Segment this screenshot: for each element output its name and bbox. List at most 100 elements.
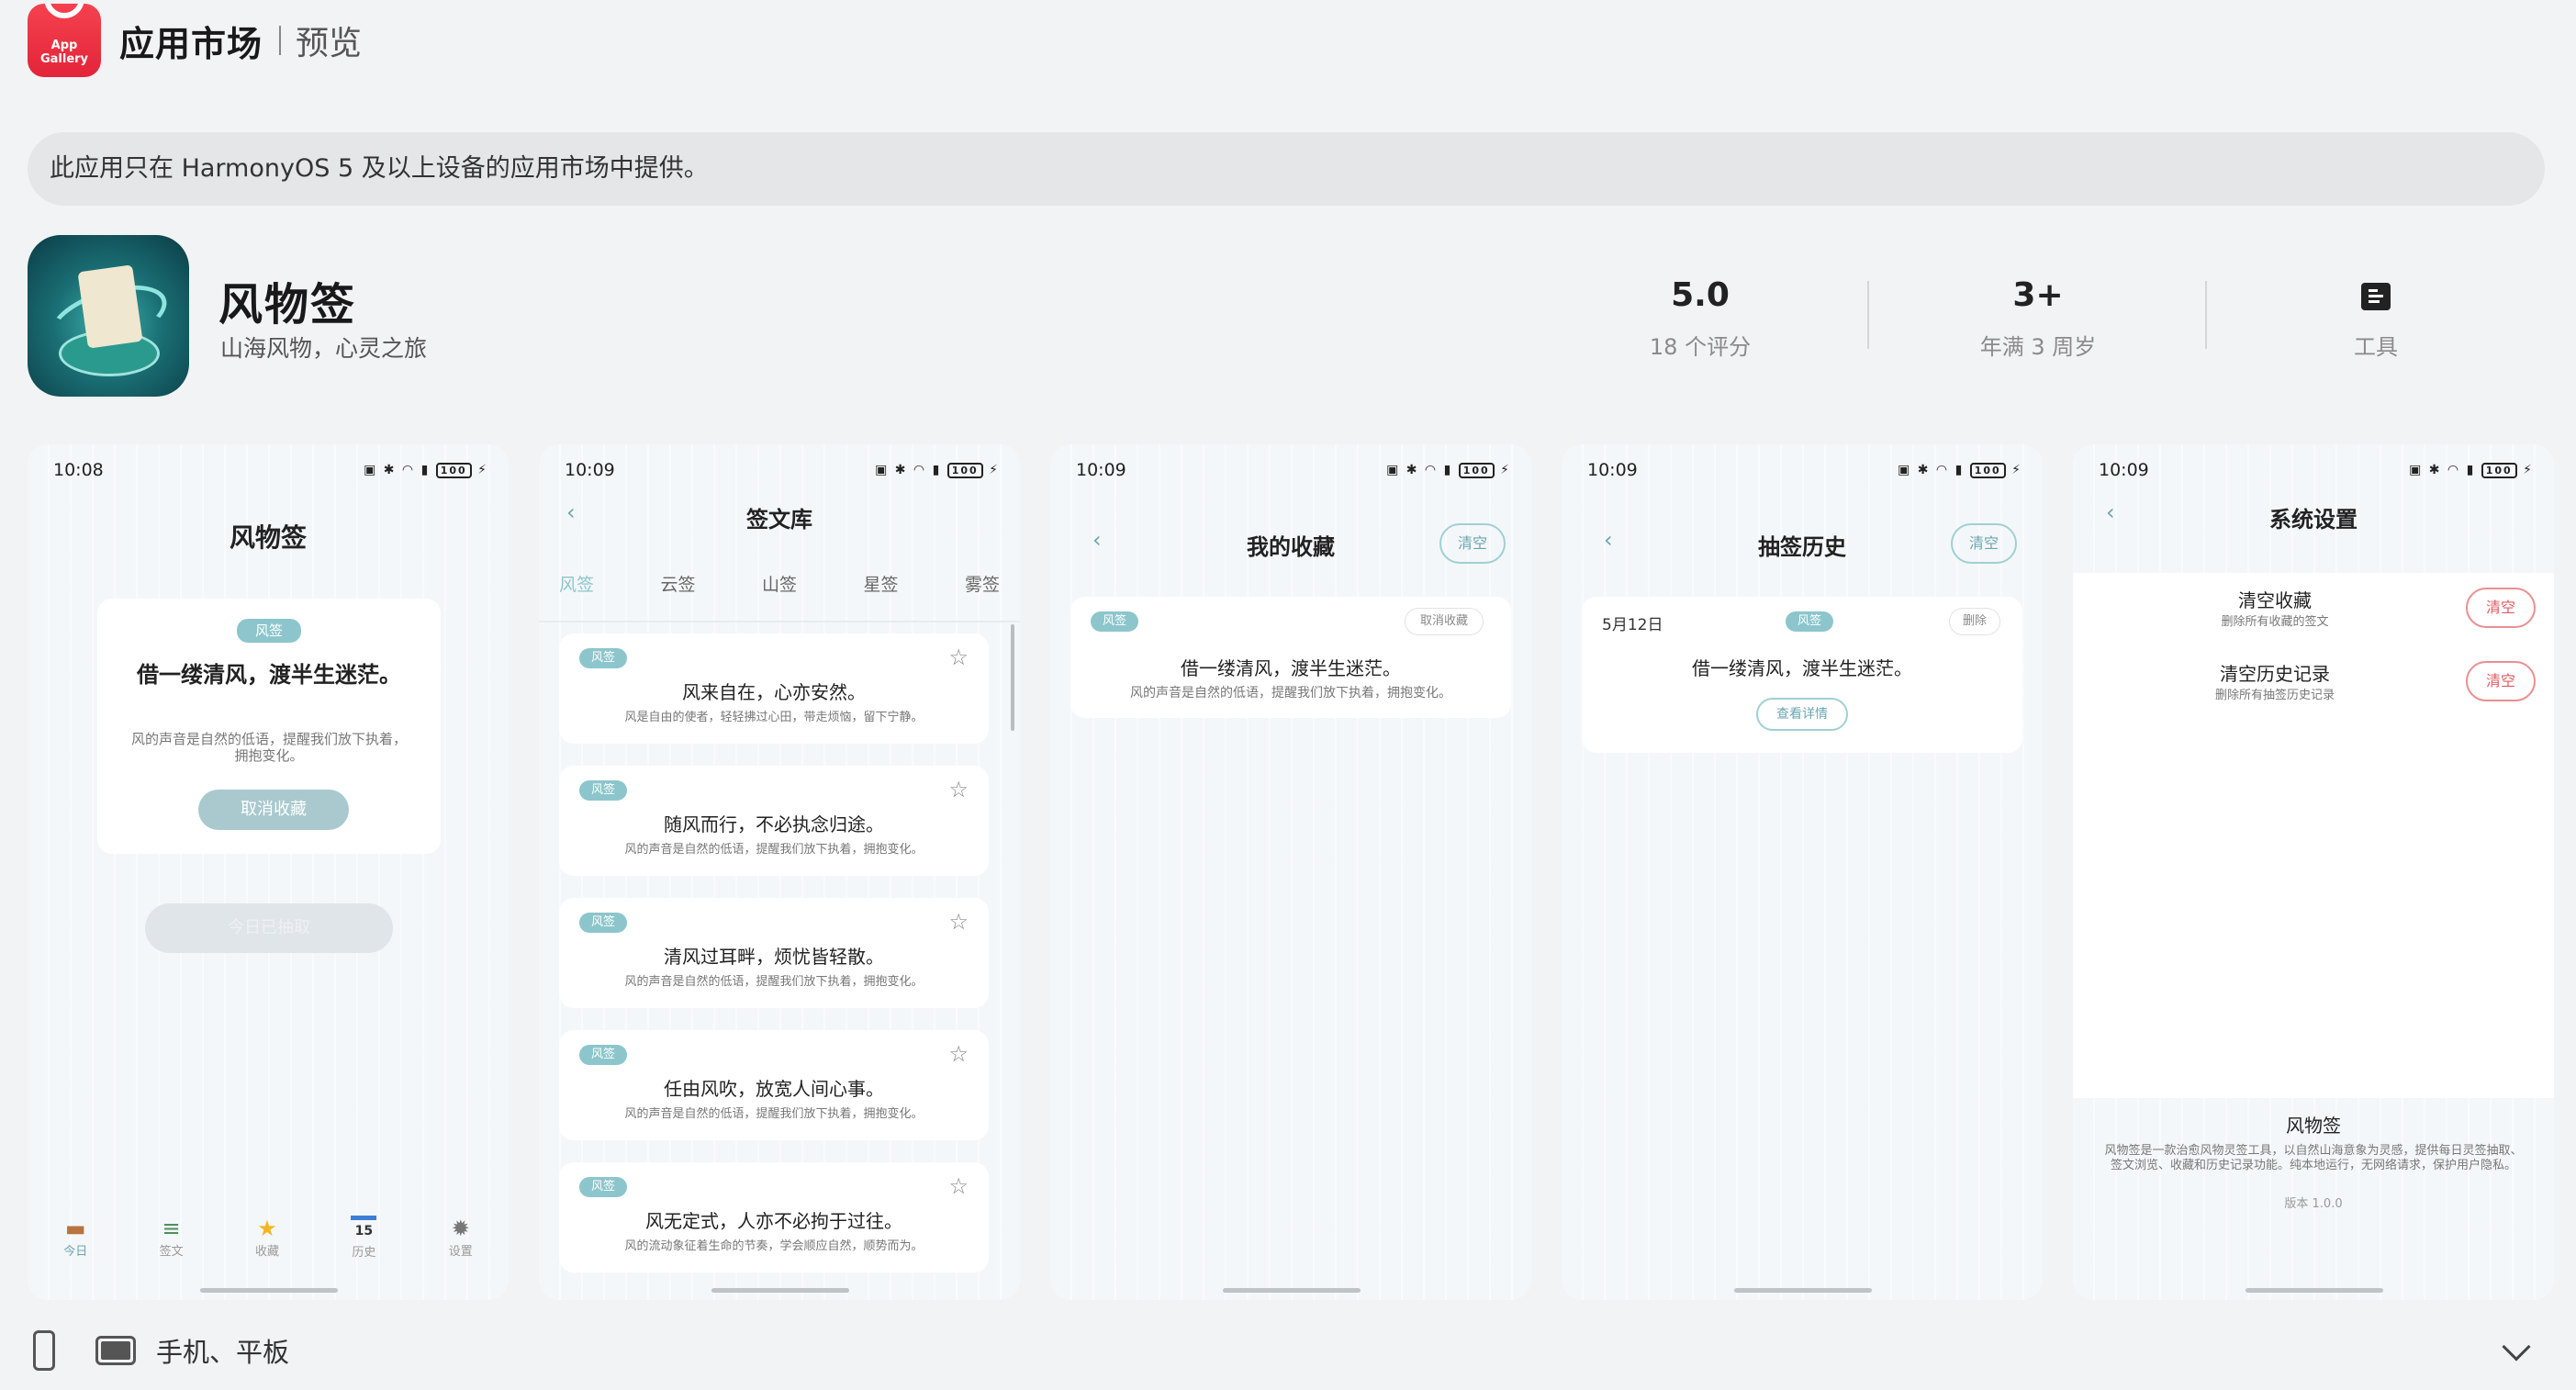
status-icons: ▣ ✱ ◠ ▮ 100 ⚡ bbox=[875, 462, 1000, 478]
category-tab[interactable]: 风签 bbox=[559, 571, 594, 596]
date-icon: 15 bbox=[351, 1216, 377, 1242]
screenshot-today[interactable]: 10:08 ▣ ✱ ◠ ▮ 100 ⚡ 风物签 风签 借一缕清风，渡半生迷茫。 风… bbox=[28, 444, 509, 1300]
star-outline-icon[interactable]: ☆ bbox=[948, 1173, 969, 1199]
screen-title: 系统设置 bbox=[2269, 507, 2358, 532]
home-indicator bbox=[1223, 1288, 1361, 1293]
header-divider bbox=[279, 26, 282, 55]
calendar-icon: ▬ bbox=[64, 1216, 86, 1241]
screenshot-history[interactable]: 10:09 ▣ ✱ ◠ ▮ 100 ⚡ ‹ 抽签历史 清空 5月12日 风签 删除… bbox=[1562, 444, 2043, 1300]
app-name: 风物签 bbox=[218, 279, 357, 331]
screenshot-library[interactable]: 10:09 ▣ ✱ ◠ ▮ 100 ⚡ ‹ 签文库 风签 云签 山签 星签 雾签 … bbox=[539, 444, 1020, 1300]
status-time: 10:09 bbox=[565, 460, 615, 480]
app-gallery-logo[interactable]: App Gallery bbox=[28, 4, 101, 77]
category-tab[interactable]: 云签 bbox=[660, 571, 695, 596]
category-tab[interactable]: 星签 bbox=[863, 571, 898, 596]
tab-label: 设置 bbox=[448, 1245, 473, 1259]
screen-title: 风物签 bbox=[229, 522, 307, 553]
tab-signs[interactable]: ≡ 签文 bbox=[160, 1216, 184, 1274]
stat-divider bbox=[1867, 281, 1869, 349]
tab-favorites[interactable]: ★ 收藏 bbox=[255, 1216, 279, 1274]
page-header: App Gallery 应用市场 预览 bbox=[28, 0, 362, 103]
tab-label: 今日 bbox=[63, 1245, 88, 1259]
tab-settings[interactable]: ✹ 设置 bbox=[449, 1216, 473, 1274]
chevron-down-icon[interactable] bbox=[2502, 1332, 2531, 1362]
back-icon[interactable]: ‹ bbox=[1092, 527, 1102, 553]
clear-favorites-button[interactable]: 清空 bbox=[2466, 588, 2536, 628]
device-support: 手机、平板 bbox=[33, 1328, 289, 1373]
view-detail-button[interactable]: 查看详情 bbox=[1756, 698, 1848, 731]
back-icon[interactable]: ‹ bbox=[1604, 527, 1613, 553]
sign-list-item[interactable]: 风签 ☆ 清风过耳畔，烦忧皆轻散。 风的声音是自然的低语，提醒我们放下执着，拥抱… bbox=[559, 898, 989, 1008]
screenshot-favorites[interactable]: 10:09 ▣ ✱ ◠ ▮ 100 ⚡ ‹ 我的收藏 清空 风签 取消收藏 借一缕… bbox=[1050, 444, 1531, 1300]
back-icon[interactable]: ‹ bbox=[566, 499, 576, 525]
drawn-today-button[interactable]: 今日已抽取 bbox=[145, 903, 393, 953]
battery-icon: 100 bbox=[1969, 462, 2006, 478]
store-title: 应用市场 bbox=[119, 23, 263, 64]
sign-list-item[interactable]: 风签 ☆ 任由风吹，放宽人间心事。 风的声音是自然的低语，提醒我们放下执着，拥抱… bbox=[559, 1030, 989, 1140]
star-outline-icon[interactable]: ☆ bbox=[948, 777, 969, 802]
app-icon bbox=[28, 235, 189, 397]
status-time: 10:09 bbox=[1076, 460, 1126, 480]
home-indicator bbox=[200, 1288, 338, 1293]
status-time: 10:09 bbox=[2099, 460, 2149, 480]
sign-title: 随风而行，不必执念归途。 bbox=[664, 813, 884, 835]
rating-stat: 5.0 18 个评分 bbox=[1562, 275, 1838, 361]
tab-today[interactable]: ▬ 今日 bbox=[63, 1216, 87, 1274]
setting-title: 清空收藏 bbox=[2238, 589, 2312, 611]
sign-tag: 风签 bbox=[237, 619, 301, 643]
status-bar: 10:09 ▣ ✱ ◠ ▮ 100 ⚡ bbox=[565, 457, 1000, 483]
sign-tag: 风签 bbox=[1091, 611, 1138, 632]
battery-icon: 100 bbox=[1458, 462, 1495, 478]
back-icon[interactable]: ‹ bbox=[2106, 499, 2115, 525]
status-bar: 10:09 ▣ ✱ ◠ ▮ 100 ⚡ bbox=[1076, 457, 1511, 483]
uncollect-button[interactable]: 取消收藏 bbox=[1405, 608, 1484, 635]
battery-icon: 100 bbox=[946, 462, 983, 478]
tab-label: 签文 bbox=[159, 1245, 184, 1259]
status-icons: ▣ ✱ ◠ ▮ 100 ⚡ bbox=[2409, 462, 2534, 478]
sign-desc: 风的声音是自然的低语，提醒我们放下执着，拥抱变化。 bbox=[624, 1107, 924, 1121]
home-indicator bbox=[2246, 1288, 2383, 1293]
sign-desc: 风是自由的使者，轻轻拂过心田，带走烦恼，留下宁静。 bbox=[624, 711, 924, 724]
delete-button[interactable]: 删除 bbox=[1949, 608, 2000, 635]
sign-list-item[interactable]: 风签 ☆ 随风而行，不必执念归途。 风的声音是自然的低语，提醒我们放下执着，拥抱… bbox=[559, 766, 989, 876]
home-indicator bbox=[711, 1288, 849, 1293]
star-outline-icon[interactable]: ☆ bbox=[948, 909, 969, 935]
sign-text: 借一缕清风，渡半生迷茫。 bbox=[1692, 657, 1912, 679]
sign-list-item[interactable]: 风签 ☆ 风来自在，心亦安然。 风是自由的使者，轻轻拂过心田，带走烦恼，留下宁静… bbox=[559, 633, 989, 744]
sign-desc: 风的声音是自然的低语，提醒我们放下执着，拥抱变化。 bbox=[130, 731, 407, 764]
sign-title: 任由风吹，放宽人间心事。 bbox=[664, 1078, 884, 1100]
favorite-item[interactable]: 风签 取消收藏 借一缕清风，渡半生迷茫。 风的声音是自然的低语，提醒我们放下执着… bbox=[1070, 597, 1511, 718]
version-text: 版本 1.0.0 bbox=[2284, 1197, 2343, 1211]
sign-list-item[interactable]: 风签 ☆ 风无定式，人亦不必拘于过往。 风的流动象征着生命的节奏，学会顺应自然，… bbox=[559, 1162, 989, 1272]
age-label: 年满 3 周岁 bbox=[1979, 334, 2097, 360]
stat-divider bbox=[2205, 281, 2207, 349]
about-desc: 风物签是一款治愈风物灵签工具，以自然山海意象为灵感，提供每日灵签抽取、签文浏览、… bbox=[2104, 1144, 2523, 1172]
clear-button[interactable]: 清空 bbox=[1951, 523, 2017, 564]
bottom-tab-bar: ▬ 今日 ≡ 签文 ★ 收藏 15 历史 ✹ 设置 bbox=[28, 1216, 509, 1274]
history-item[interactable]: 5月12日 风签 删除 借一缕清风，渡半生迷茫。 查看详情 bbox=[1582, 597, 2022, 753]
status-icons: ▣ ✱ ◠ ▮ 100 ⚡ bbox=[364, 462, 488, 478]
store-subtitle: 预览 bbox=[296, 25, 363, 62]
category-tab[interactable]: 山签 bbox=[762, 571, 797, 596]
tab-history[interactable]: 15 历史 bbox=[351, 1216, 377, 1274]
tab-divider bbox=[539, 621, 1020, 622]
star-icon: ★ bbox=[257, 1216, 277, 1241]
star-outline-icon[interactable]: ☆ bbox=[948, 645, 969, 670]
screenshot-settings[interactable]: 10:09 ▣ ✱ ◠ ▮ 100 ⚡ ‹ 系统设置 清空收藏 删除所有收藏的签文… bbox=[2073, 444, 2554, 1300]
category-tab[interactable]: 雾签 bbox=[965, 571, 1000, 596]
status-icons: ▣ ✱ ◠ ▮ 100 ⚡ bbox=[1898, 462, 2022, 478]
rating-count: 18 个评分 bbox=[1649, 334, 1752, 360]
tab-label: 历史 bbox=[352, 1246, 376, 1260]
tablet-icon bbox=[95, 1336, 136, 1365]
clear-history-button[interactable]: 清空 bbox=[2466, 661, 2536, 701]
setting-desc: 删除所有收藏的签文 bbox=[2221, 615, 2329, 629]
scrollbar[interactable] bbox=[1011, 624, 1014, 731]
star-outline-icon[interactable]: ☆ bbox=[948, 1041, 969, 1067]
clear-button[interactable]: 清空 bbox=[1439, 523, 1506, 564]
sign-desc: 风的声音是自然的低语，提醒我们放下执着，拥抱变化。 bbox=[1130, 686, 1451, 701]
tab-label: 收藏 bbox=[254, 1245, 279, 1259]
sign-tag: 风签 bbox=[579, 648, 627, 668]
uncollect-button[interactable]: 取消收藏 bbox=[198, 790, 349, 830]
history-date: 5月12日 bbox=[1602, 616, 1663, 634]
age-value: 3+ bbox=[2012, 276, 2064, 314]
